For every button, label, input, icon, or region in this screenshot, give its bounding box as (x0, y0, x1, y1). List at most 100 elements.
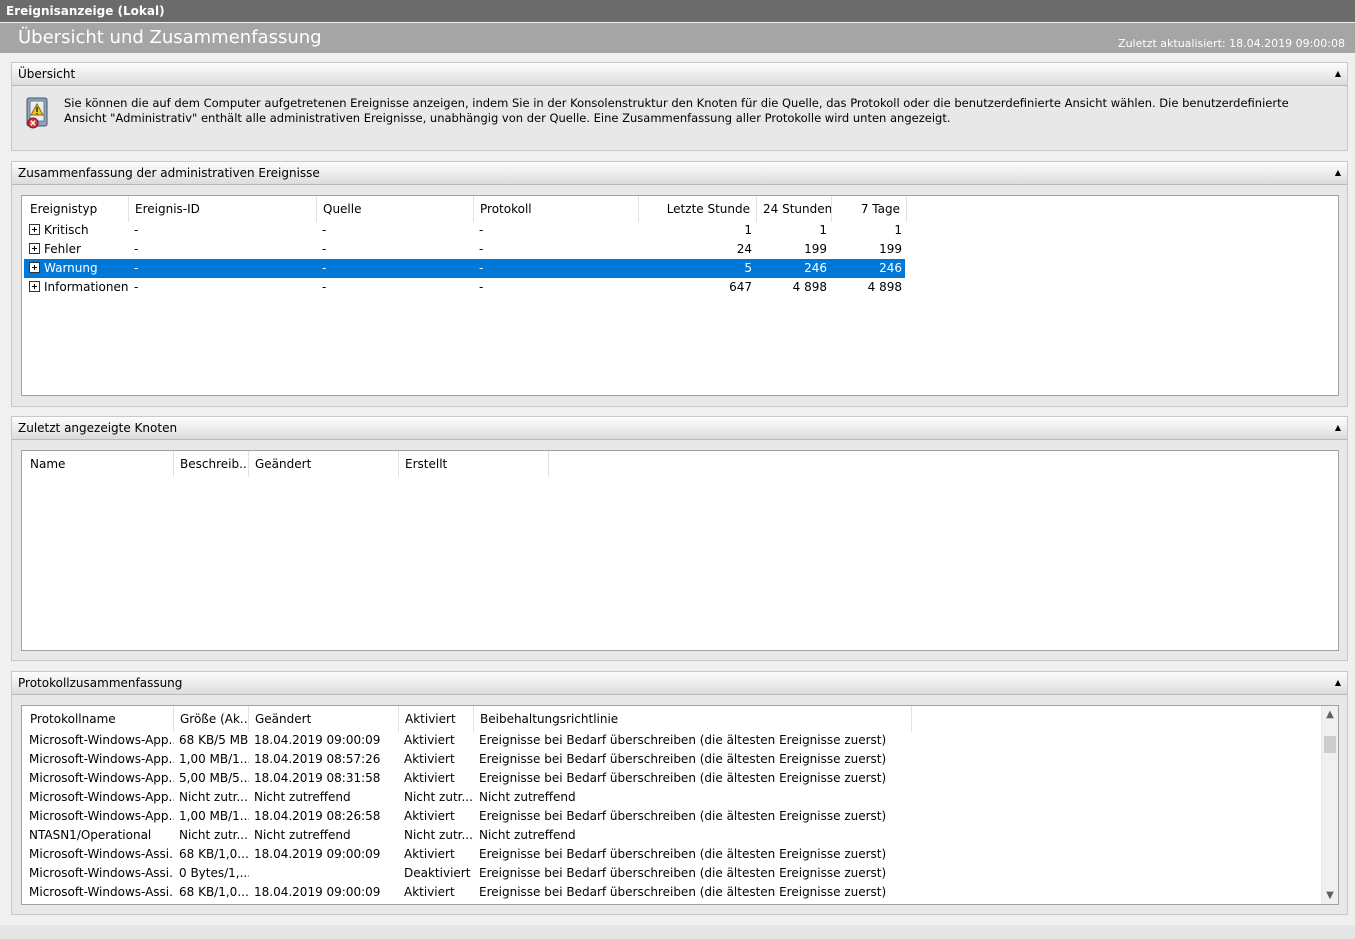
table-row[interactable]: Fehler - - - 24 199 199 (24, 240, 905, 259)
table-cell: - (479, 242, 484, 256)
table-row[interactable]: Microsoft-Windows-App... 5,00 MB/5... 18.0… (24, 769, 1314, 788)
collapse-icon[interactable]: ▲ (1335, 162, 1341, 184)
table-row[interactable]: Microsoft-Windows-App... 68 KB/5 MB 18.04.… (24, 731, 1314, 750)
recent-nodes-header[interactable]: Zuletzt angezeigte Knoten ▲ (12, 417, 1347, 440)
log-summary-table[interactable]: ▲ ▼ Protokollname Größe (Ak... Geändert Akt… (21, 705, 1339, 905)
table-row[interactable]: Microsoft-Windows-App... Nicht zutr... Nic… (24, 788, 1314, 807)
column-header[interactable]: Größe (Ak... (174, 706, 249, 732)
overview-section-title: Übersicht (18, 67, 76, 81)
table-cell: 18.04.2019 08:57:26 (254, 752, 381, 766)
expand-icon[interactable] (29, 281, 40, 292)
table-cell: 24 (736, 242, 752, 256)
scroll-thumb[interactable] (1324, 736, 1336, 753)
table-row[interactable]: Microsoft-Windows-Assi... 68 KB/1,0... 18.… (24, 845, 1314, 864)
table-row[interactable]: Informationen - - -647 4 898 4 898 (24, 278, 905, 297)
table-row[interactable]: Microsoft-Windows-App... 1,00 MB/1... 18.0… (24, 750, 1314, 769)
table-cell: 1,00 MB/1... (179, 752, 249, 766)
table-cell: Microsoft-Windows-Assi... (29, 847, 174, 861)
table-cell: Nicht zutreffend (254, 790, 351, 804)
table-cell: Ereignisse bei Bedarf überschreiben (die… (479, 866, 887, 880)
column-header[interactable]: Geändert (249, 706, 399, 732)
table-cell: Aktiviert (404, 847, 455, 861)
column-header[interactable]: Ereignis-ID (129, 196, 317, 222)
column-header[interactable]: Erstellt (399, 451, 549, 477)
table-cell: 1 (894, 223, 902, 237)
table-cell: 199 (804, 242, 827, 256)
table-cell: 1 (819, 223, 827, 237)
table-cell: Ereignisse bei Bedarf überschreiben (die… (479, 809, 887, 823)
column-header[interactable]: Letzte Stunde (639, 196, 757, 222)
event-type-cell: Informationen (24, 278, 129, 297)
table-row[interactable]: Warnung - - - 5 246 246 (24, 259, 905, 278)
table-cell: 0 Bytes/1,... (179, 866, 249, 880)
expand-icon[interactable] (29, 224, 40, 235)
admin-summary-table[interactable]: Ereignistyp Ereignis-ID Quelle Protokoll Let… (21, 195, 1339, 396)
table-cell: Aktiviert (404, 752, 455, 766)
table-cell: Microsoft-Windows-App... (29, 771, 174, 785)
table-row[interactable]: Microsoft-Windows-Assi... 0 Bytes/1,... De… (24, 864, 1314, 883)
table-cell: Microsoft-Windows-Assi... (29, 866, 174, 880)
table-cell: - (479, 280, 484, 294)
table-cell: - (322, 261, 327, 275)
recent-nodes-section: Zuletzt angezeigte Knoten ▲ Name Beschrei… (11, 416, 1348, 661)
table-row[interactable]: Kritisch - - - 1 1 1 (24, 221, 905, 240)
bottom-strip (0, 925, 1355, 939)
table-cell: 4 898 (867, 280, 902, 294)
event-type-cell: Fehler (24, 240, 129, 259)
admin-summary-header[interactable]: Zusammenfassung der administrativen Erei… (12, 162, 1347, 185)
log-summary-scrollbar[interactable]: ▲ ▼ (1321, 706, 1338, 904)
table-row[interactable]: Microsoft-Windows-App... 1,00 MB/1... 18.0… (24, 807, 1314, 826)
table-cell: 4 898 (792, 280, 827, 294)
overview-section-header[interactable]: Übersicht ▲ (12, 63, 1347, 86)
table-row[interactable]: Microsoft-Windows-Assi... 68 KB/1,0... 18.… (24, 883, 1314, 902)
column-header[interactable]: Beibehaltungsrichtlinie (474, 706, 912, 732)
column-header[interactable]: Ereignistyp (24, 196, 129, 222)
column-header[interactable]: Geändert (249, 451, 399, 477)
event-type-cell: Warnung (24, 259, 129, 278)
column-header[interactable]: 24 Stunden (757, 196, 832, 222)
scroll-down-icon[interactable]: ▼ (1322, 887, 1338, 904)
column-header[interactable]: Protokollname (24, 706, 174, 732)
admin-summary-section: Zusammenfassung der administrativen Erei… (11, 161, 1348, 407)
scroll-up-icon[interactable]: ▲ (1322, 706, 1338, 723)
table-cell: 68 KB/1,0... (179, 847, 249, 861)
expand-icon[interactable] (29, 262, 40, 273)
column-header[interactable]: Name (24, 451, 174, 477)
column-header[interactable]: Protokoll (474, 196, 639, 222)
table-cell: 18.04.2019 09:00:09 (254, 847, 381, 861)
expand-icon[interactable] (29, 243, 40, 254)
log-summary-header[interactable]: Protokollzusammenfassung ▲ (12, 672, 1347, 695)
table-cell: 18.04.2019 08:26:58 (254, 809, 381, 823)
recent-nodes-table[interactable]: Name Beschreib... Geändert Erstellt (21, 450, 1339, 651)
table-cell: 199 (879, 242, 902, 256)
table-cell: Deaktiviert (404, 866, 471, 880)
collapse-icon[interactable]: ▲ (1335, 417, 1341, 439)
table-cell: - (134, 242, 139, 256)
table-cell: - (322, 242, 327, 256)
table-cell: Nicht zutreffend (479, 828, 576, 842)
page-header: Übersicht und Zusammenfassung Zuletzt ak… (0, 23, 1355, 53)
table-cell: Nicht zutreffend (254, 828, 351, 842)
column-header[interactable]: Quelle (317, 196, 474, 222)
event-type-label: Warnung (44, 261, 98, 275)
table-cell: 68 KB/5 MB (179, 733, 249, 747)
column-header[interactable]: Aktiviert (399, 706, 474, 732)
table-cell: - (134, 280, 139, 294)
table-cell: - (479, 223, 484, 237)
table-cell: Aktiviert (404, 733, 455, 747)
table-cell: 18.04.2019 09:00:09 (254, 885, 381, 899)
table-cell: Nicht zutr... (404, 828, 473, 842)
log-summary-title: Protokollzusammenfassung (18, 676, 183, 690)
table-cell: Ereignisse bei Bedarf überschreiben (die… (479, 771, 887, 785)
table-row[interactable]: NTASN1/Operational Nicht zutr... Nicht zut… (24, 826, 1314, 845)
table-cell: 647 (729, 280, 752, 294)
collapse-icon[interactable]: ▲ (1335, 63, 1341, 85)
column-header[interactable]: 7 Tage (832, 196, 907, 222)
table-cell (249, 864, 399, 883)
column-header[interactable]: Beschreib... (174, 451, 249, 477)
table-cell: - (134, 261, 139, 275)
table-cell: Ereignisse bei Bedarf überschreiben (die… (479, 752, 887, 766)
event-viewer-icon (26, 97, 48, 129)
table-cell: NTASN1/Operational (29, 828, 152, 842)
collapse-icon[interactable]: ▲ (1335, 672, 1341, 694)
